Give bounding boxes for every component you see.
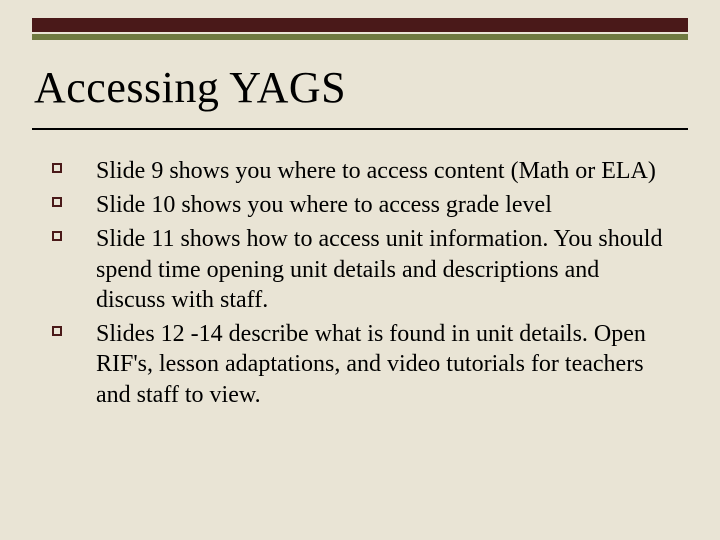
slide-title: Accessing YAGS <box>34 62 346 113</box>
bar-olive <box>32 34 688 40</box>
square-bullet-icon <box>52 156 96 173</box>
square-bullet-icon <box>52 190 96 207</box>
bar-dark <box>32 18 688 32</box>
square-bullet-icon <box>52 319 96 336</box>
decorative-top-bars <box>32 18 688 40</box>
list-item: Slide 11 shows how to access unit inform… <box>52 224 668 315</box>
slide: Accessing YAGS Slide 9 shows you where t… <box>0 0 720 540</box>
bullet-text: Slide 11 shows how to access unit inform… <box>96 224 668 315</box>
list-item: Slide 10 shows you where to access grade… <box>52 190 668 220</box>
title-underline <box>32 128 688 130</box>
square-bullet-icon <box>52 224 96 241</box>
bullet-text: Slide 10 shows you where to access grade… <box>96 190 668 220</box>
list-item: Slide 9 shows you where to access conten… <box>52 156 668 186</box>
list-item: Slides 12 -14 describe what is found in … <box>52 319 668 410</box>
slide-body: Slide 9 shows you where to access conten… <box>52 156 668 414</box>
bullet-text: Slide 9 shows you where to access conten… <box>96 156 668 186</box>
bullet-text: Slides 12 -14 describe what is found in … <box>96 319 668 410</box>
